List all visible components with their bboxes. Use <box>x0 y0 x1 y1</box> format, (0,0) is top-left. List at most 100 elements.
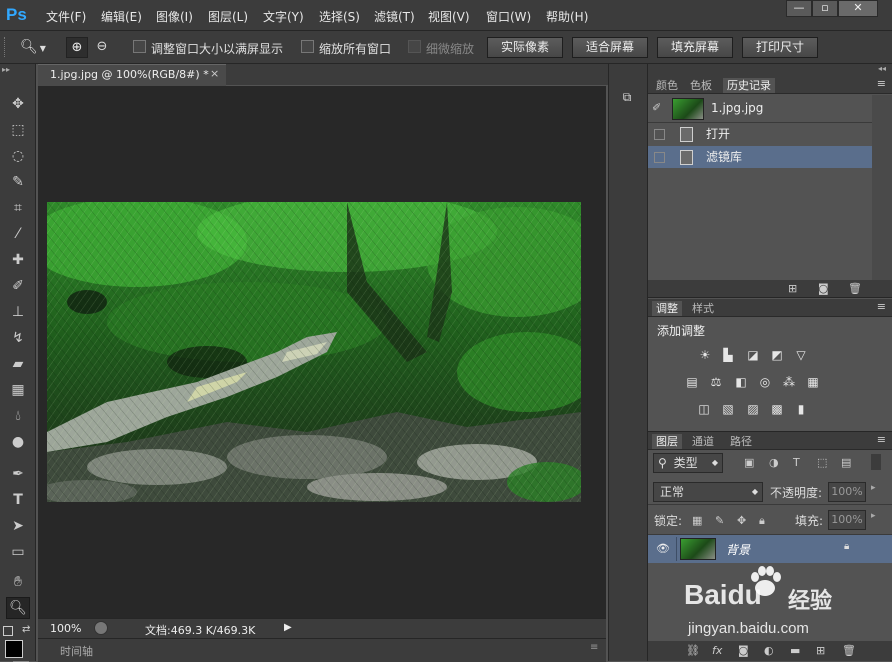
lock-position-icon[interactable]: ✥ <box>737 514 746 527</box>
default-colors-icon[interactable] <box>3 626 13 636</box>
zoom-level[interactable]: 100% <box>50 622 81 635</box>
menu-filter[interactable]: 滤镜(T) <box>374 8 415 25</box>
menu-window[interactable]: 窗口(W) <box>486 8 531 25</box>
tab-history[interactable]: 历史记录 <box>723 78 775 93</box>
curves-icon[interactable]: ◪ <box>746 348 760 362</box>
close-icon[interactable]: ✕ <box>838 0 878 17</box>
brush-tool-icon[interactable]: ✐ <box>8 276 28 296</box>
document-tab[interactable]: 1.jpg.jpg @ 100%(RGB/8#) * × <box>38 64 226 86</box>
snapshot-brush-icon[interactable]: ✐ <box>652 101 661 114</box>
new-adjustment-layer-icon[interactable]: ◐ <box>764 644 774 657</box>
gradient-map-icon[interactable]: ▮ <box>794 402 808 416</box>
tab-styles[interactable]: 样式 <box>688 301 718 316</box>
menu-image[interactable]: 图像(I) <box>156 8 193 25</box>
posterize-icon[interactable]: ▧ <box>721 402 735 416</box>
tab-color[interactable]: 颜色 <box>652 78 682 93</box>
menu-layer[interactable]: 图层(L) <box>208 8 248 25</box>
marquee-tool-icon[interactable]: ⬚ <box>8 120 28 140</box>
history-state-row[interactable]: 打开 <box>648 123 872 145</box>
type-filter-icon[interactable]: T <box>793 456 800 469</box>
levels-icon[interactable]: ▙ <box>721 348 735 362</box>
layer-row-background[interactable]: 👁︎ 背景 🔒︎ <box>648 535 892 563</box>
trash-icon[interactable]: 🗑︎ <box>848 282 862 295</box>
timeline-tab[interactable]: 时间轴 <box>60 643 93 659</box>
actual-pixels-button[interactable]: 实际像素 <box>487 37 563 58</box>
fx-icon[interactable]: fx <box>712 644 722 657</box>
lock-image-icon[interactable]: ✎ <box>715 514 724 527</box>
blend-mode-select[interactable]: 正常 ◆ <box>653 482 763 502</box>
foreground-color-swatch[interactable] <box>5 640 23 658</box>
eyedropper-tool-icon[interactable]: ⁄ <box>8 224 28 244</box>
minimize-icon[interactable]: — <box>786 0 812 17</box>
hand-tool-icon[interactable]: ✋︎ <box>8 572 28 592</box>
canvas-area[interactable] <box>38 86 606 618</box>
history-brush-source-box[interactable] <box>654 129 665 140</box>
menu-view[interactable]: 视图(V) <box>428 8 470 25</box>
layer-name[interactable]: 背景 <box>726 541 750 558</box>
quick-select-tool-icon[interactable]: ✎ <box>8 172 28 192</box>
black-white-icon[interactable]: ◧ <box>734 375 748 389</box>
threshold-icon[interactable]: ▨ <box>746 402 760 416</box>
move-tool-icon[interactable]: ✥ <box>8 94 28 114</box>
history-brush-source-box[interactable] <box>654 152 665 163</box>
rectangle-tool-icon[interactable]: ▭ <box>8 542 28 562</box>
opacity-slider-arrow-icon[interactable]: ▸ <box>871 483 876 493</box>
selective-color-icon[interactable]: ▩ <box>770 402 784 416</box>
new-layer-icon[interactable]: ⊞ <box>816 644 825 657</box>
type-tool-icon[interactable]: T <box>8 490 28 510</box>
scrubby-zoom-checkbox[interactable] <box>408 40 421 53</box>
menu-select[interactable]: 选择(S) <box>319 8 360 25</box>
path-select-tool-icon[interactable]: ➤ <box>8 516 28 536</box>
brightness-contrast-icon[interactable]: ☀ <box>698 348 712 362</box>
fit-screen-button[interactable]: 适合屏幕 <box>572 37 648 58</box>
zoom-all-checkbox[interactable] <box>301 40 314 53</box>
lock-transparent-icon[interactable]: ▦ <box>692 514 702 527</box>
color-lookup-icon[interactable]: ▦ <box>806 375 820 389</box>
zoom-tool-active-icon[interactable]: 🔍︎ <box>6 597 30 619</box>
menu-file[interactable]: 文件(F) <box>46 8 86 25</box>
tab-channels[interactable]: 通道 <box>688 434 718 449</box>
pen-tool-icon[interactable]: ✒ <box>8 464 28 484</box>
lasso-tool-icon[interactable]: ◌ <box>8 146 28 166</box>
history-brush-tool-icon[interactable]: ↯ <box>8 328 28 348</box>
trash-icon[interactable]: 🗑︎ <box>842 644 856 657</box>
exposure-icon[interactable]: ◩ <box>770 348 784 362</box>
camera-icon[interactable]: ◙ <box>818 282 829 295</box>
fill-screen-button[interactable]: 填充屏幕 <box>657 37 733 58</box>
channel-mixer-icon[interactable]: ⁂ <box>782 375 796 389</box>
opacity-input[interactable]: 100% <box>828 482 866 502</box>
swap-colors-icon[interactable]: ⇄ <box>22 624 30 635</box>
tab-adjustments[interactable]: 调整 <box>652 301 682 316</box>
new-group-icon[interactable]: ▬ <box>790 644 800 657</box>
zoom-out-icon[interactable]: ⊖ <box>92 37 112 56</box>
print-size-button[interactable]: 打印尺寸 <box>742 37 818 58</box>
photo-filter-icon[interactable]: ◎ <box>758 375 772 389</box>
document-image[interactable] <box>47 202 581 502</box>
layer-filter-kind-select[interactable]: ⚲ 类型 ◆ <box>653 453 723 473</box>
fill-slider-arrow-icon[interactable]: ▸ <box>871 511 876 521</box>
vibrance-icon[interactable]: ▽ <box>794 348 808 362</box>
tab-layers[interactable]: 图层 <box>652 434 682 449</box>
fill-input[interactable]: 100% <box>828 510 866 530</box>
restore-icon[interactable]: ▫ <box>812 0 838 17</box>
add-mask-icon[interactable]: ◙ <box>738 644 749 657</box>
panel-menu-icon[interactable]: ≡ <box>877 433 886 446</box>
eye-icon[interactable]: 👁︎ <box>656 542 670 555</box>
menu-help[interactable]: 帮助(H) <box>546 8 588 25</box>
new-document-from-state-icon[interactable]: ⊞ <box>788 282 797 295</box>
history-panel-icon[interactable]: ⧉ <box>619 90 635 106</box>
lock-all-icon[interactable]: 🔒︎ <box>759 514 765 528</box>
pixel-filter-icon[interactable]: ▣ <box>744 456 754 469</box>
resize-windows-checkbox[interactable] <box>133 40 146 53</box>
tool-preset-picker[interactable]: 🔍︎ ▼ <box>20 37 56 57</box>
gradient-tool-icon[interactable]: ▦ <box>8 380 28 400</box>
crop-tool-icon[interactable]: ⌗ <box>8 198 28 218</box>
panel-menu-icon[interactable]: ≡ <box>877 300 886 313</box>
tab-paths[interactable]: 路径 <box>726 434 756 449</box>
history-scrollbar[interactable] <box>872 95 892 280</box>
dodge-tool-icon[interactable]: ● <box>8 432 28 452</box>
history-snapshot-row[interactable]: ✐ 1.jpg.jpg <box>648 95 872 123</box>
filter-toggle[interactable] <box>871 454 881 470</box>
zoom-in-icon[interactable]: ⊕ <box>66 37 88 58</box>
history-state-row-selected[interactable]: 滤镜库 <box>648 146 872 168</box>
